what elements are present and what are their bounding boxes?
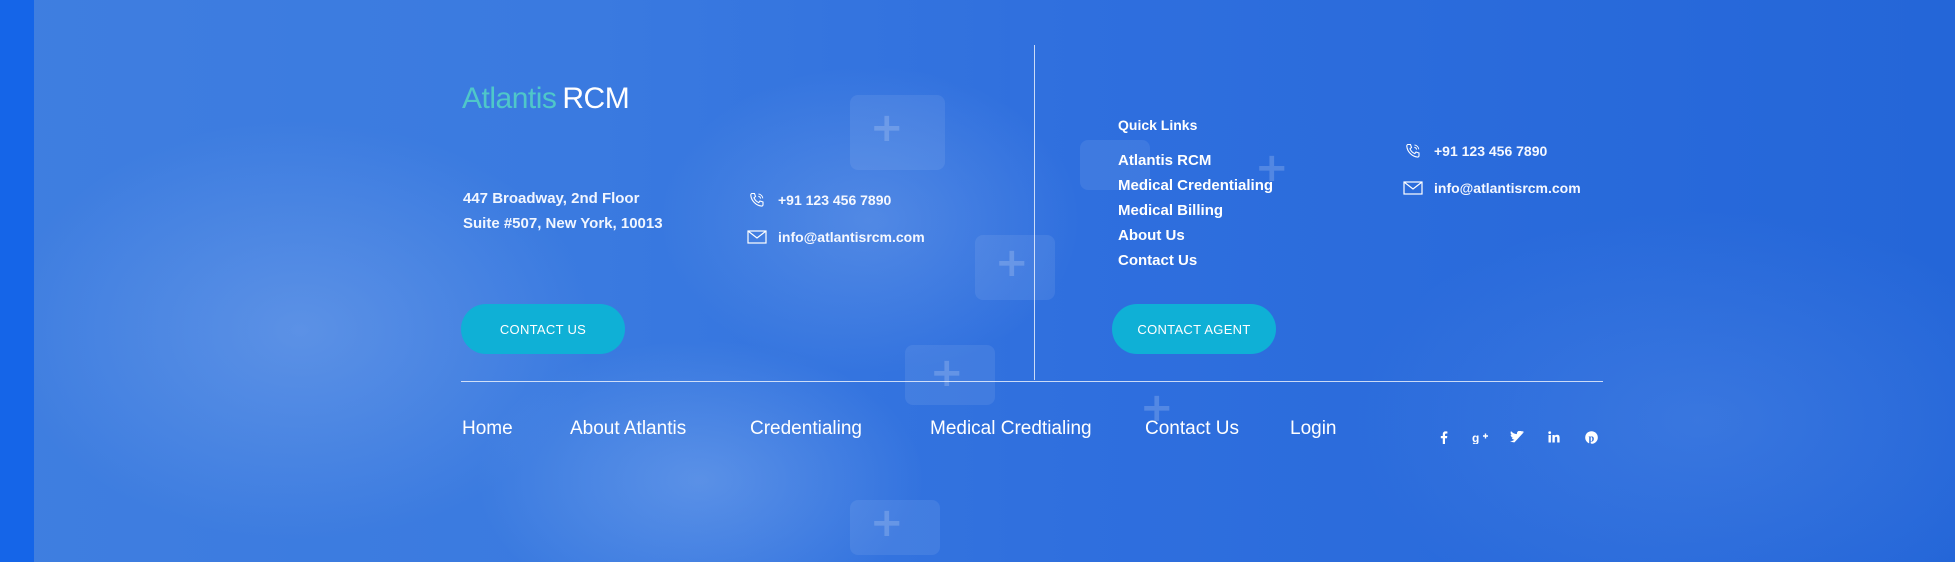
left-edge-bar (0, 0, 34, 562)
brand-logo[interactable]: Atlantis RCM (462, 82, 630, 116)
quick-link-atlantis-rcm[interactable]: Atlantis RCM (1118, 152, 1273, 177)
google-plus-icon[interactable]: g (1471, 428, 1489, 446)
pinterest-icon[interactable]: p (1582, 428, 1600, 446)
phone-icon (1402, 143, 1424, 159)
email-text: info@atlantisrcm.com (778, 229, 925, 245)
facebook-icon[interactable] (1435, 428, 1453, 446)
quick-links-list: Atlantis RCM Medical Credentialing Medic… (1118, 152, 1273, 277)
quick-link-about-us[interactable]: About Us (1118, 227, 1273, 252)
email-text-right: info@atlantisrcm.com (1434, 180, 1581, 196)
bottom-nav-contact-us[interactable]: Contact Us (1145, 418, 1239, 440)
contact-us-button[interactable]: CONTACT US (461, 304, 625, 354)
phone-text-right: +91 123 456 7890 (1434, 143, 1548, 159)
envelope-icon (746, 229, 768, 245)
contact-agent-button[interactable]: CONTACT AGENT (1112, 304, 1276, 354)
linkedin-icon[interactable] (1545, 428, 1563, 446)
decorative-cross-icon: + (870, 500, 904, 546)
twitter-icon[interactable] (1508, 428, 1526, 446)
brand-logo-part1: Atlantis (462, 82, 557, 115)
phone-text: +91 123 456 7890 (778, 192, 892, 208)
email-contact-right[interactable]: info@atlantisrcm.com (1402, 180, 1581, 196)
email-contact[interactable]: info@atlantisrcm.com (746, 229, 925, 245)
horizontal-divider (461, 381, 1603, 382)
phone-contact[interactable]: +91 123 456 7890 (746, 192, 891, 208)
quick-link-contact-us[interactable]: Contact Us (1118, 252, 1273, 277)
decorative-cross-icon: + (930, 350, 964, 396)
svg-text:g: g (1472, 431, 1479, 444)
brand-logo-part2: RCM (562, 82, 630, 115)
bottom-nav-credentialing[interactable]: Credentialing (750, 418, 862, 440)
quick-links-title: Quick Links (1118, 117, 1198, 133)
bottom-nav-login[interactable]: Login (1290, 418, 1337, 440)
bottom-nav-medical-credtialing[interactable]: Medical Credtialing (930, 418, 1092, 440)
bottom-nav-about-atlantis[interactable]: About Atlantis (570, 418, 686, 440)
vertical-divider (1034, 45, 1035, 380)
bottom-nav-home[interactable]: Home (462, 418, 513, 440)
phone-contact-right[interactable]: +91 123 456 7890 (1402, 143, 1547, 159)
phone-icon (746, 192, 768, 208)
envelope-icon (1402, 180, 1424, 196)
decorative-cross-icon: + (870, 105, 904, 151)
address-line1: 447 Broadway, 2nd Floor (463, 190, 640, 207)
decorative-cross-icon: + (995, 240, 1029, 286)
quick-link-medical-credentialing[interactable]: Medical Credentialing (1118, 177, 1273, 202)
quick-link-medical-billing[interactable]: Medical Billing (1118, 202, 1273, 227)
svg-text:p: p (1588, 433, 1594, 444)
address-line2: Suite #507, New York, 10013 (463, 215, 663, 232)
